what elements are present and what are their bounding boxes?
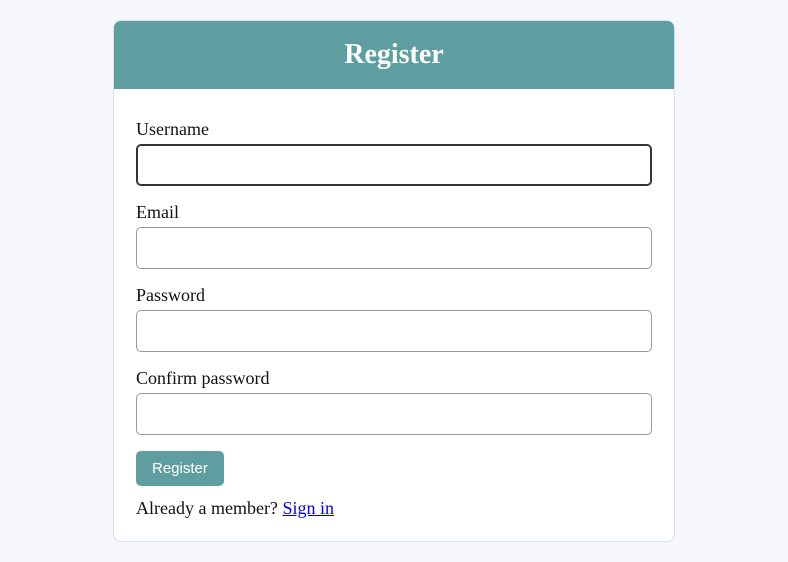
- password-input[interactable]: [136, 310, 652, 352]
- form-group-email: Email: [136, 202, 652, 269]
- form-group-password: Password: [136, 285, 652, 352]
- confirm-password-input[interactable]: [136, 393, 652, 435]
- username-label: Username: [136, 119, 652, 140]
- card-body: Username Email Password Confirm password…: [114, 89, 674, 541]
- signin-prompt: Already a member?: [136, 498, 282, 518]
- signin-link[interactable]: Sign in: [282, 498, 334, 518]
- card-header-title: Register: [114, 21, 674, 89]
- form-group-confirm-password: Confirm password: [136, 368, 652, 435]
- register-button[interactable]: Register: [136, 451, 224, 486]
- register-card: Register Username Email Password Confirm…: [113, 20, 675, 542]
- confirm-password-label: Confirm password: [136, 368, 652, 389]
- email-label: Email: [136, 202, 652, 223]
- signin-row: Already a member? Sign in: [136, 498, 652, 519]
- email-input[interactable]: [136, 227, 652, 269]
- form-group-username: Username: [136, 119, 652, 186]
- username-input[interactable]: [136, 144, 652, 186]
- password-label: Password: [136, 285, 652, 306]
